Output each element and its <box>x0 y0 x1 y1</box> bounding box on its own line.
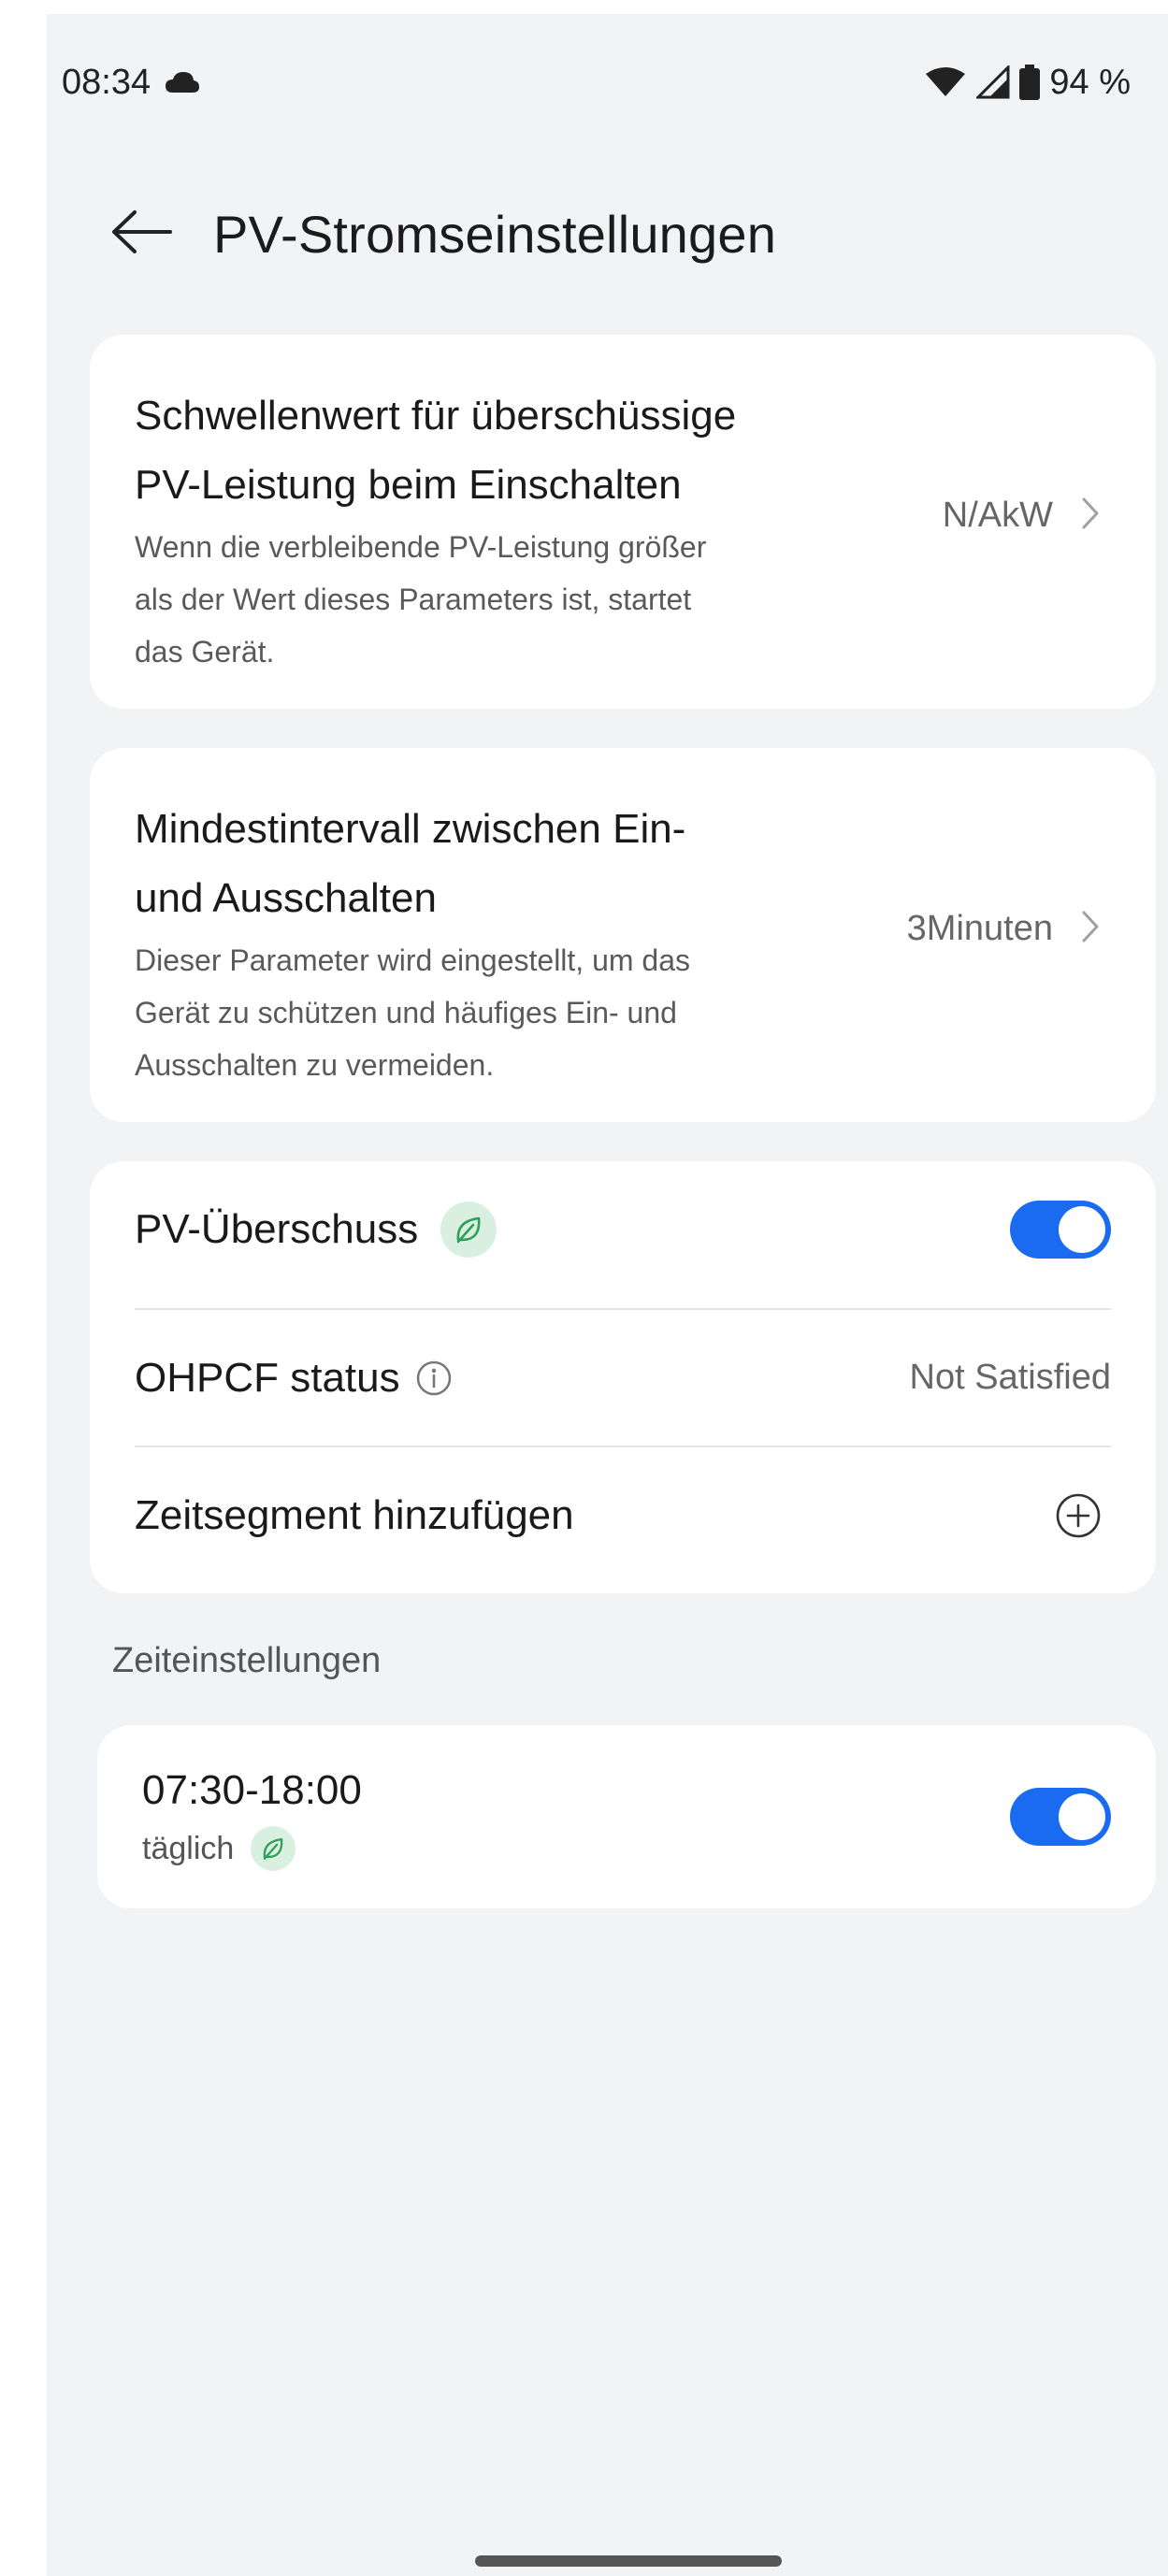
leaf-icon <box>440 1201 497 1258</box>
chevron-right-icon <box>1081 910 1100 948</box>
back-arrow-icon <box>110 209 172 260</box>
interval-desc-line2: Gerät zu schützen und häufiges Ein- und <box>135 996 677 1029</box>
threshold-value-group: N/AkW <box>943 496 1100 536</box>
ohpcf-status-label: OHPCF status <box>135 1354 400 1401</box>
time-settings-section-label: Zeiteinstellungen <box>112 1641 382 1680</box>
interval-title-line2: und Ausschalten <box>135 875 437 921</box>
threshold-setting-text: Schwellenwert für überschüssige PV-Leist… <box>135 381 864 677</box>
time-segment-text: 07:30-18:00 täglich <box>142 1761 362 1871</box>
time-segment-card[interactable]: 07:30-18:00 täglich <box>97 1725 1156 1908</box>
status-bar: 08:34 94 % <box>62 58 1131 107</box>
time-range: 07:30-18:00 <box>142 1767 362 1813</box>
interval-setting-card[interactable]: Mindestintervall zwischen Ein- und Aussc… <box>90 748 1156 1122</box>
interval-title-line1: Mindestintervall zwischen Ein- <box>135 806 686 852</box>
threshold-title-line2: PV-Leistung beim Einschalten <box>135 462 682 508</box>
pv-surplus-toggle[interactable] <box>1010 1200 1111 1259</box>
interval-setting-text: Mindestintervall zwischen Ein- und Aussc… <box>135 795 864 1090</box>
time-segment-toggle[interactable] <box>1010 1788 1111 1846</box>
interval-desc-line3: Ausschalten zu vermeiden. <box>135 1048 495 1082</box>
back-button[interactable] <box>110 196 185 271</box>
pv-surplus-label: PV-Überschuss <box>135 1205 419 1252</box>
threshold-desc-line2: als der Wert dieses Parameters ist, star… <box>135 583 692 616</box>
cloud-icon <box>164 70 201 94</box>
status-bar-right: 94 % <box>924 63 1131 103</box>
pv-surplus-card: PV-Überschuss OHPCF status Not Satisfied… <box>90 1161 1156 1593</box>
page-title: PV-Stromseinstellungen <box>213 204 777 264</box>
interval-value-group: 3Minuten <box>907 909 1100 949</box>
add-circle-icon[interactable] <box>1055 1492 1102 1539</box>
leaf-icon <box>251 1826 296 1871</box>
toggle-knob <box>1059 1793 1105 1840</box>
app-header: PV-Stromseinstellungen <box>110 196 776 271</box>
interval-value: 3Minuten <box>906 909 1053 948</box>
status-time: 08:34 <box>62 62 151 102</box>
toggle-knob <box>1059 1205 1105 1253</box>
chevron-right-icon <box>1081 496 1100 535</box>
add-time-segment-row[interactable]: Zeitsegment hinzufügen <box>135 1447 1111 1583</box>
battery-percent: 94 % <box>1049 62 1131 102</box>
status-bar-left: 08:34 <box>62 63 201 103</box>
home-indicator[interactable] <box>475 2555 782 2567</box>
threshold-desc-line3: das Gerät. <box>135 635 275 669</box>
time-segment-repeat: täglich <box>142 1826 362 1871</box>
ohpcf-status-value: Not Satisfied <box>909 1358 1111 1397</box>
cell-signal-icon <box>976 65 1010 99</box>
battery-icon <box>1019 65 1041 100</box>
threshold-desc-line1: Wenn die verbleibende PV-Leistung größer <box>135 530 707 564</box>
add-time-segment-label: Zeitsegment hinzufügen <box>135 1491 574 1538</box>
info-icon[interactable] <box>415 1360 453 1397</box>
ohpcf-status-row: OHPCF status Not Satisfied <box>135 1310 1111 1446</box>
wifi-icon <box>924 66 967 98</box>
pv-surplus-row: PV-Überschuss <box>135 1161 1111 1297</box>
threshold-setting-card[interactable]: Schwellenwert für überschüssige PV-Leist… <box>90 335 1156 709</box>
repeat-label: täglich <box>142 1830 235 1866</box>
threshold-value: N/AkW <box>942 496 1053 535</box>
threshold-title-line1: Schwellenwert für überschüssige <box>135 393 737 439</box>
interval-desc-line1: Dieser Parameter wird eingestellt, um da… <box>135 943 691 977</box>
